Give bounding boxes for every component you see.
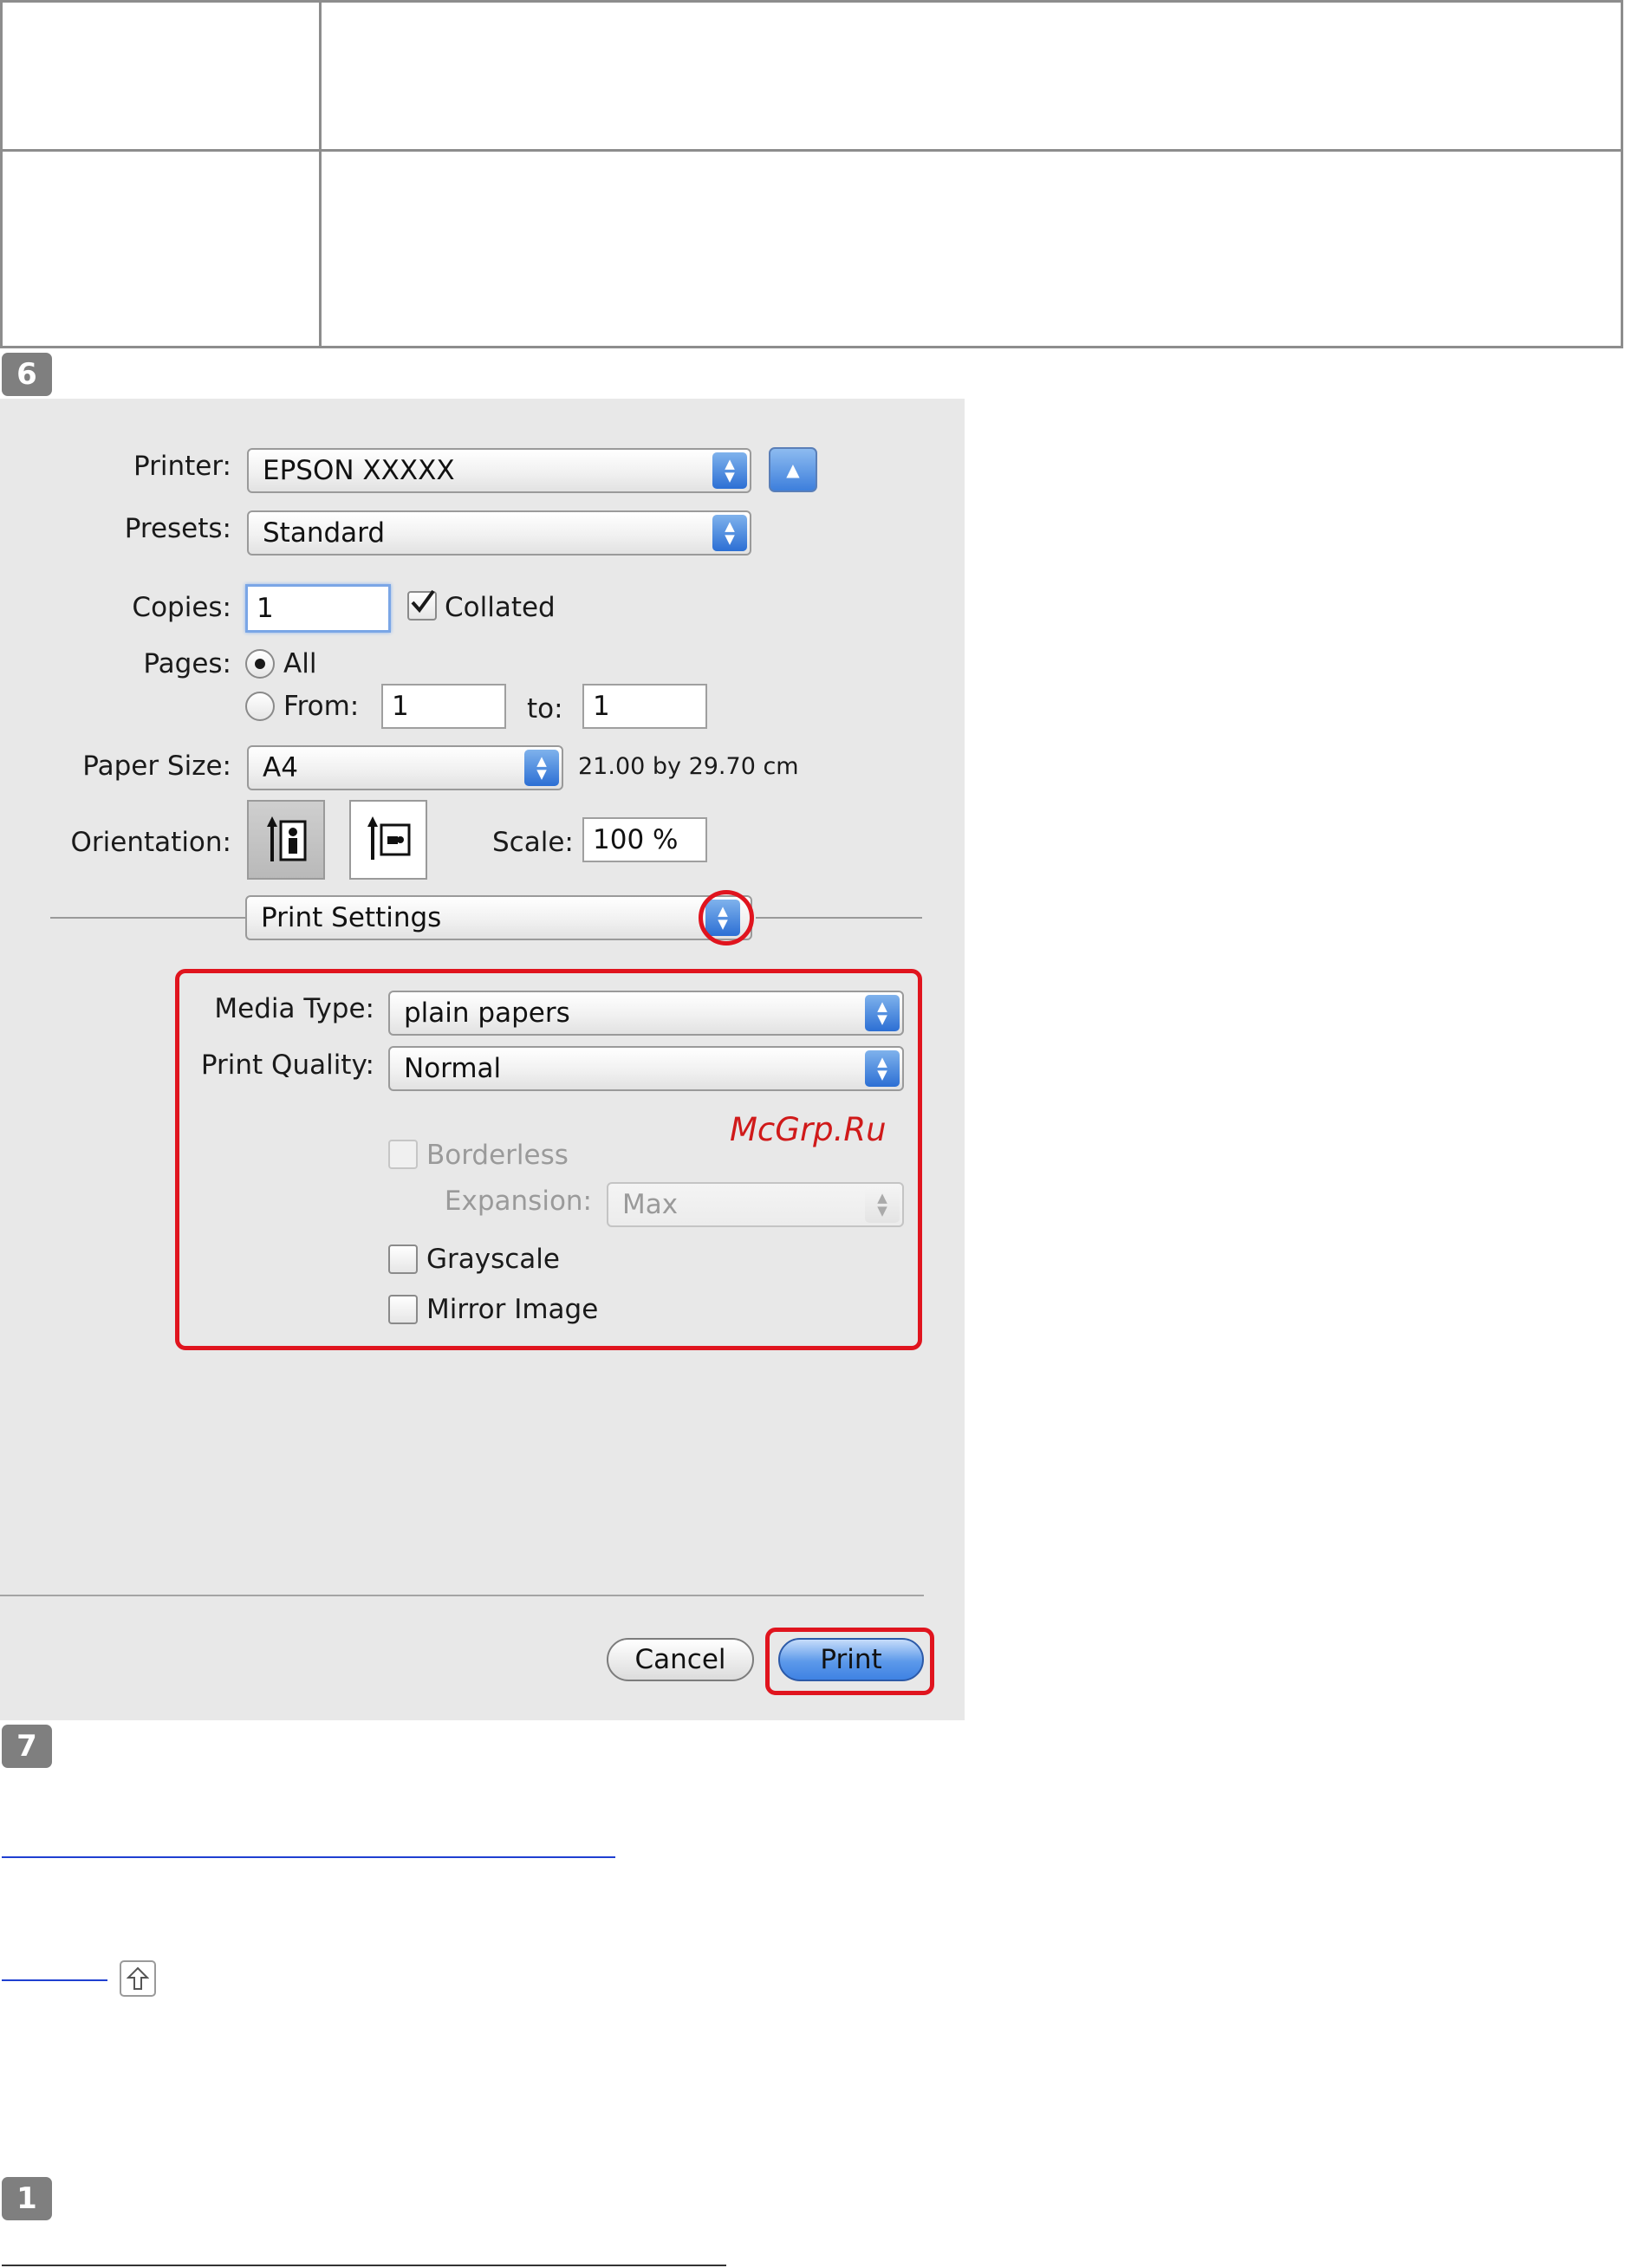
pages-label: Pages: [143,648,231,679]
disclosure-triangle-icon[interactable]: ▲ [769,447,817,492]
expansion-popup[interactable]: Max ▲ ▼ [607,1182,904,1227]
print-settings-value: Print Settings [261,902,442,933]
presets-label: Presets: [124,513,231,544]
footer-divider [0,1595,924,1596]
pages-from-label: From: [283,691,360,722]
print-quality-popup[interactable]: Normal ▲ ▼ [388,1046,904,1091]
step-6-badge: 6 [2,353,52,396]
bottom-rule [2,2265,726,2266]
copies-input[interactable]: 1 [245,584,391,633]
grayscale-label: Grayscale [426,1244,560,1275]
pages-from-radio[interactable] [245,692,275,721]
step-1-badge: 1 [2,2177,52,2220]
to-page-input[interactable]: 1 [582,684,707,729]
page-top-arrow-icon[interactable] [120,1960,156,1997]
pages-all-radio[interactable] [245,649,275,679]
presets-popup[interactable]: Standard ▲ ▼ [247,510,751,556]
step-7-badge: 7 [2,1725,52,1768]
printer-label: Printer: [133,451,231,482]
copies-label: Copies: [132,592,231,623]
print-settings-popup[interactable]: Print Settings ▲ ▼ [245,895,752,940]
from-page-input[interactable]: 1 [381,684,506,729]
mirror-image-checkbox[interactable] [388,1295,418,1324]
print-button[interactable]: Print [778,1638,924,1681]
link-underline[interactable] [2,1856,615,1858]
print-quality-label: Print Quality: [200,1050,374,1081]
expansion-label: Expansion: [444,1186,592,1217]
pages-all-label: All [283,648,317,679]
popup-arrows-icon: ▲ ▼ [865,995,900,1031]
landscape-orientation-icon [367,816,411,860]
portrait-orientation-icon [267,816,307,861]
collated-checkbox[interactable] [407,589,437,621]
watermark: McGrp.Ru [730,1111,887,1148]
expansion-value: Max [622,1189,679,1220]
section-divider-left [50,917,245,919]
print-quality-value: Normal [404,1053,502,1084]
popup-arrows-icon: ▲ ▼ [524,750,559,786]
up-arrow-icon [127,1966,149,1990]
table-column-divider [319,3,322,346]
checkmark-icon [411,589,435,614]
paper-size-popup[interactable]: A4 ▲ ▼ [247,745,563,790]
landscape-orientation-button[interactable] [349,800,427,880]
table-row [3,3,1621,152]
info-table [0,0,1623,348]
mirror-image-label: Mirror Image [426,1294,599,1325]
paper-size-value: A4 [263,752,298,783]
borderless-label: Borderless [426,1140,569,1171]
popup-arrows-icon: ▲ ▼ [865,1050,900,1087]
scale-input[interactable]: 100 % [582,817,707,862]
media-type-value: plain papers [404,998,570,1029]
printer-value: EPSON XXXXX [263,455,455,486]
presets-value: Standard [263,517,386,549]
media-type-popup[interactable]: plain papers ▲ ▼ [388,991,904,1036]
popup-arrows-icon: ▲ ▼ [712,515,747,551]
borderless-checkbox[interactable] [388,1140,418,1169]
popup-arrows-icon: ▲ ▼ [712,452,747,489]
paper-size-dimensions: 21.00 by 29.70 cm [578,753,799,780]
print-dialog: Printer: EPSON XXXXX ▲ ▼ ▲ Presets: Stand… [0,399,965,1720]
portrait-orientation-button[interactable] [247,800,325,880]
section-divider-right [756,917,922,919]
popup-arrows-highlight [699,890,754,946]
media-type-label: Media Type: [214,993,374,1024]
popup-arrows-icon: ▲ ▼ [865,1186,900,1223]
grayscale-checkbox[interactable] [388,1244,418,1274]
cancel-button[interactable]: Cancel [607,1638,754,1681]
paper-size-label: Paper Size: [82,751,231,782]
to-label: to: [527,693,563,725]
collated-label: Collated [445,592,556,623]
printer-popup[interactable]: EPSON XXXXX ▲ ▼ [247,448,751,493]
scale-label: Scale: [492,827,574,858]
top-link-underline[interactable] [2,1979,107,1981]
orientation-label: Orientation: [70,827,231,858]
